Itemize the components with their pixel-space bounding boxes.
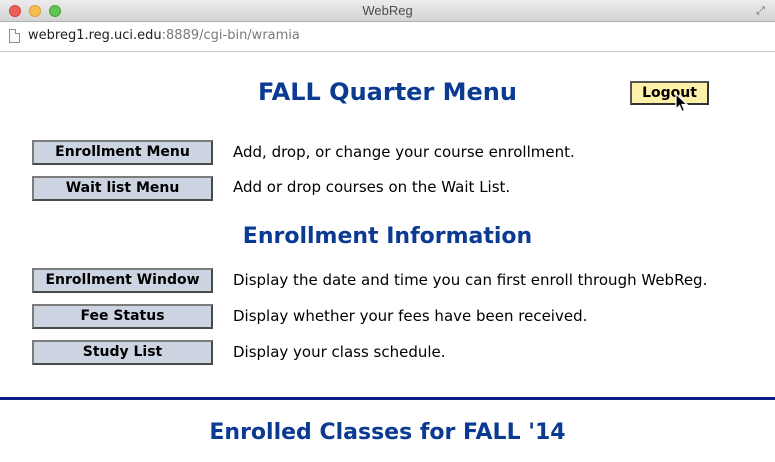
address-bar[interactable]: webreg1.reg.uci.edu:8889/cgi-bin/wramia (0, 22, 775, 52)
url-path: :8889/cgi-bin/wramia (161, 28, 300, 43)
enrollment-menu-button[interactable]: Enrollment Menu (32, 140, 213, 165)
enrolled-classes-heading: Enrolled Classes for FALL '14 (209, 420, 566, 445)
fee-status-description: Display whether your fees have been rece… (233, 307, 588, 325)
wait-list-menu-button[interactable]: Wait list Menu (32, 176, 213, 201)
window-title: WebReg (362, 3, 413, 18)
url-host: webreg1.reg.uci.edu (28, 28, 162, 43)
page-icon (9, 29, 20, 43)
enrollment-window-button[interactable]: Enrollment Window (32, 268, 213, 293)
url-text[interactable]: webreg1.reg.uci.edu:8889/cgi-bin/wramia (28, 28, 300, 43)
window-titlebar: WebReg ⤢ (0, 0, 775, 22)
fullscreen-icon[interactable]: ⤢ (754, 4, 767, 17)
enrollment-information-heading: Enrollment Information (242, 224, 533, 249)
logout-button[interactable]: Logout (630, 81, 709, 105)
section-divider (0, 397, 775, 400)
mouse-pointer-icon (675, 93, 689, 113)
study-list-button[interactable]: Study List (32, 340, 213, 365)
page-content: FALL Quarter Menu Logout Enrollment Menu… (0, 53, 775, 462)
study-list-description: Display your class schedule. (233, 343, 446, 361)
enrollment-window-description: Display the date and time you can first … (233, 271, 708, 289)
fee-status-button[interactable]: Fee Status (32, 304, 213, 329)
wait-list-menu-description: Add or drop courses on the Wait List. (233, 178, 511, 196)
enrollment-menu-description: Add, drop, or change your course enrollm… (233, 143, 575, 161)
